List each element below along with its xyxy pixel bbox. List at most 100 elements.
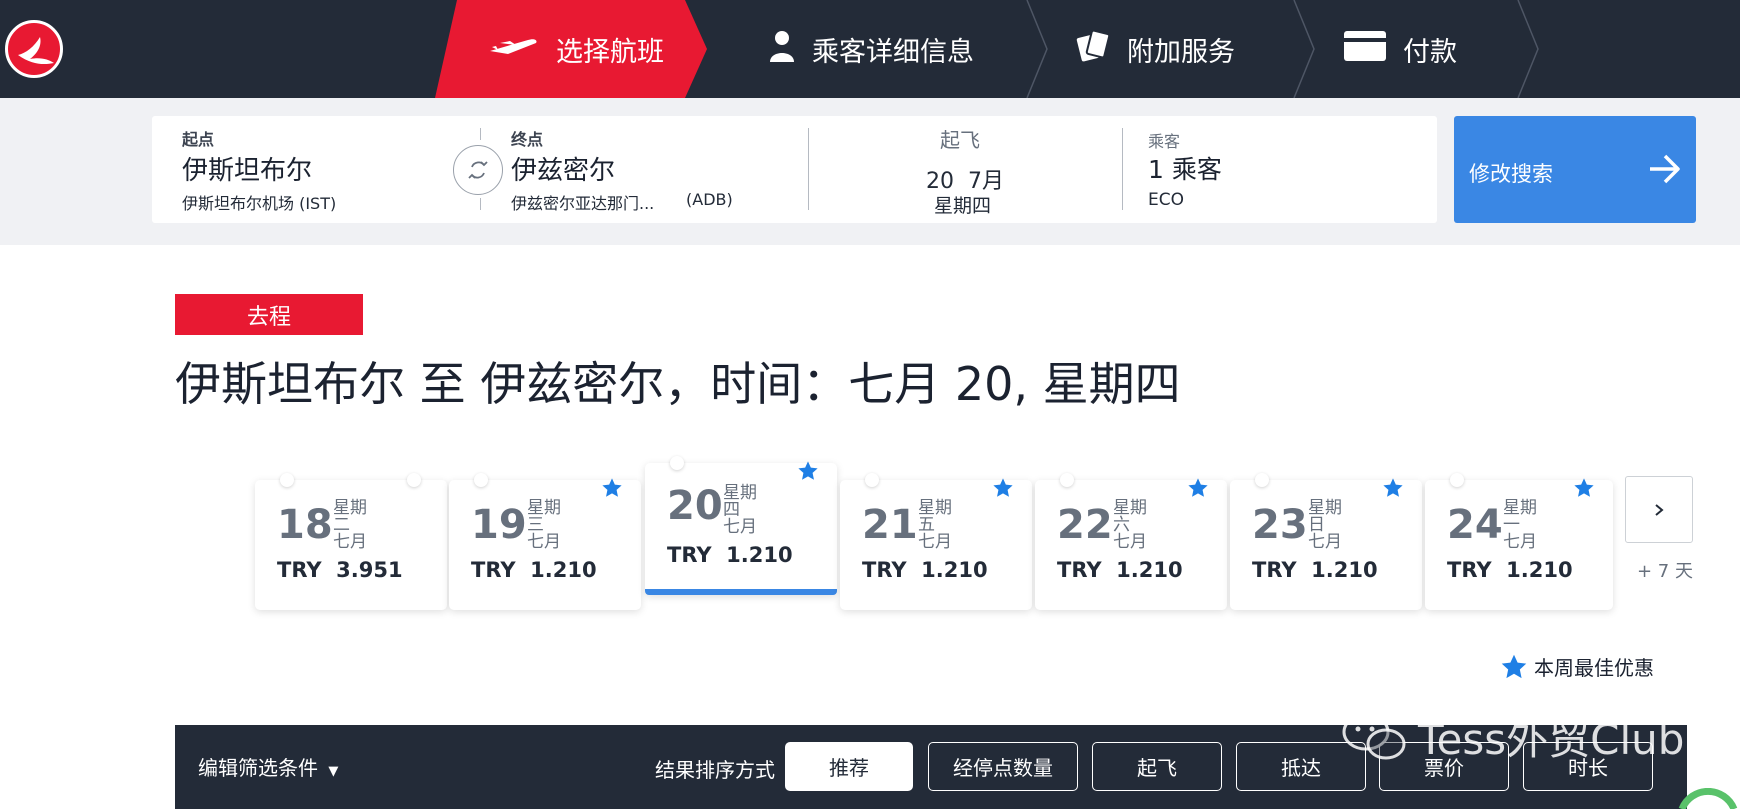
date-weekday: 星期一	[1503, 498, 1537, 535]
date-weekday-month: 星期一 七月	[1503, 500, 1543, 551]
date-price: TRY 1.210	[1252, 558, 1378, 582]
chevron-right-icon	[1655, 503, 1664, 516]
card-notch	[407, 473, 421, 487]
date-weekday-month: 星期二 七月	[333, 500, 373, 551]
date-day: 21	[862, 502, 918, 548]
card-notch	[1255, 473, 1269, 487]
card-notch	[280, 473, 294, 487]
date-day: 24	[1447, 502, 1503, 548]
date-card[interactable]: 21 星期五 七月 TRY 1.210	[840, 473, 1032, 610]
date-weekday-month: 星期四 七月	[723, 485, 763, 536]
date-month: 七月	[918, 532, 952, 552]
date-day: 18	[277, 502, 333, 548]
nav-step-payment[interactable]: 付款	[1343, 0, 1457, 98]
sort-recommended-button[interactable]: 推荐	[785, 742, 913, 791]
sort-departure-button[interactable]: 起飞	[1092, 742, 1222, 791]
edit-filters-button[interactable]: 编辑筛选条件 ▼	[198, 752, 338, 781]
origin-city[interactable]: 伊斯坦布尔	[182, 150, 312, 187]
best-deal-star-icon	[601, 477, 623, 503]
plane-icon	[488, 34, 540, 65]
card-notch	[474, 473, 488, 487]
nav-step-label: 附加服务	[1127, 36, 1235, 68]
swap-route-button[interactable]	[453, 145, 503, 195]
star-icon	[1501, 654, 1527, 678]
decorative-arc	[1678, 788, 1738, 809]
depart-label: 起飞	[940, 128, 980, 152]
modify-search-label: 修改搜索	[1469, 162, 1553, 186]
date-weekday-month: 星期六 七月	[1113, 500, 1153, 551]
date-card[interactable]: 19 星期三 七月 TRY 1.210	[449, 473, 641, 610]
date-weekday: 星期四	[723, 483, 757, 520]
card-notch	[865, 473, 879, 487]
date-month: 七月	[527, 532, 561, 552]
person-icon	[768, 30, 796, 69]
destination-airport: 伊兹密尔亚达那门...	[511, 194, 655, 213]
date-card-selected[interactable]: 20 星期四 七月 TRY 1.210	[645, 456, 837, 595]
destination-code: (ADB)	[686, 190, 733, 209]
destination-label: 终点	[511, 130, 544, 149]
best-deal-star-icon	[1382, 477, 1404, 503]
date-card[interactable]: 24 星期一 七月 TRY 1.210	[1425, 473, 1613, 610]
watermark-text: Tess外贸Club	[1418, 715, 1685, 764]
date-price: TRY 1.210	[471, 558, 597, 582]
passenger-count[interactable]: 1 乘客	[1148, 150, 1222, 186]
divider	[1122, 128, 1123, 210]
nav-step-label: 付款	[1403, 36, 1457, 68]
best-deal-star-icon	[1573, 477, 1595, 503]
date-weekday: 星期三	[527, 498, 561, 535]
card-notch	[670, 456, 684, 470]
passenger-label: 乘客	[1148, 132, 1181, 151]
card-icon	[1343, 30, 1387, 69]
selected-indicator	[645, 589, 837, 595]
date-month: 七月	[723, 517, 757, 537]
date-day: 22	[1057, 502, 1113, 548]
best-deal-legend: 本周最佳优惠	[1500, 652, 1654, 681]
date-weekday-month: 星期三 七月	[527, 500, 567, 551]
card-notch	[1060, 473, 1074, 487]
date-card[interactable]: 23 星期日 七月 TRY 1.210	[1230, 473, 1422, 610]
depart-weekday: 星期四	[934, 195, 992, 217]
ticket-icon	[1075, 29, 1111, 69]
card-notch	[1450, 473, 1464, 487]
airline-logo[interactable]	[5, 20, 63, 78]
origin-airport: 伊斯坦布尔机场 (IST)	[182, 194, 337, 213]
divider	[480, 128, 481, 140]
date-day: 23	[1252, 502, 1308, 548]
divider	[808, 128, 809, 210]
date-card[interactable]: 22 星期六 七月 TRY 1.210	[1035, 473, 1227, 610]
date-price: TRY 3.951	[277, 558, 403, 582]
best-deal-star-icon	[797, 460, 819, 486]
legend-label: 本周最佳优惠	[1534, 656, 1654, 680]
date-weekday-month: 星期五 七月	[918, 500, 958, 551]
more-days-link[interactable]: + 7 天	[1637, 557, 1693, 583]
bird-logo-icon	[18, 37, 54, 65]
modify-search-button[interactable]: 修改搜索	[1454, 116, 1696, 223]
step-separator-icon	[1517, 0, 1539, 98]
destination-city[interactable]: 伊兹密尔	[511, 150, 615, 187]
date-price: TRY 1.210	[1057, 558, 1183, 582]
arrow-right-icon	[1650, 154, 1680, 184]
date-weekday: 星期五	[918, 498, 952, 535]
date-day: 19	[471, 502, 527, 548]
date-month: 七月	[1113, 532, 1147, 552]
origin-label: 起点	[182, 130, 215, 149]
next-dates-button[interactable]	[1625, 476, 1693, 543]
top-navigation: 选择航班 乘客详细信息 附加服务 付款	[0, 0, 1740, 98]
sort-stops-button[interactable]: 经停点数量	[928, 742, 1078, 791]
date-card[interactable]: 18 星期二 七月 TRY 3.951	[255, 473, 447, 610]
nav-step-passenger-details[interactable]: 乘客详细信息	[768, 0, 974, 98]
wechat-icon	[1342, 713, 1406, 759]
date-month: 七月	[1308, 532, 1342, 552]
date-weekday: 星期日	[1308, 498, 1342, 535]
swap-icon	[468, 161, 488, 179]
nav-step-label: 乘客详细信息	[812, 36, 974, 68]
best-deal-star-icon	[1187, 477, 1209, 503]
nav-step-select-flight[interactable]: 选择航班	[488, 0, 664, 98]
best-deal-star-icon	[992, 477, 1014, 503]
nav-step-extra-services[interactable]: 附加服务	[1075, 0, 1235, 98]
date-price: TRY 1.210	[862, 558, 988, 582]
direction-badge: 去程	[175, 294, 363, 335]
divider	[480, 198, 481, 210]
date-month: 七月	[333, 532, 367, 552]
edit-filters-label: 编辑筛选条件	[198, 756, 318, 780]
